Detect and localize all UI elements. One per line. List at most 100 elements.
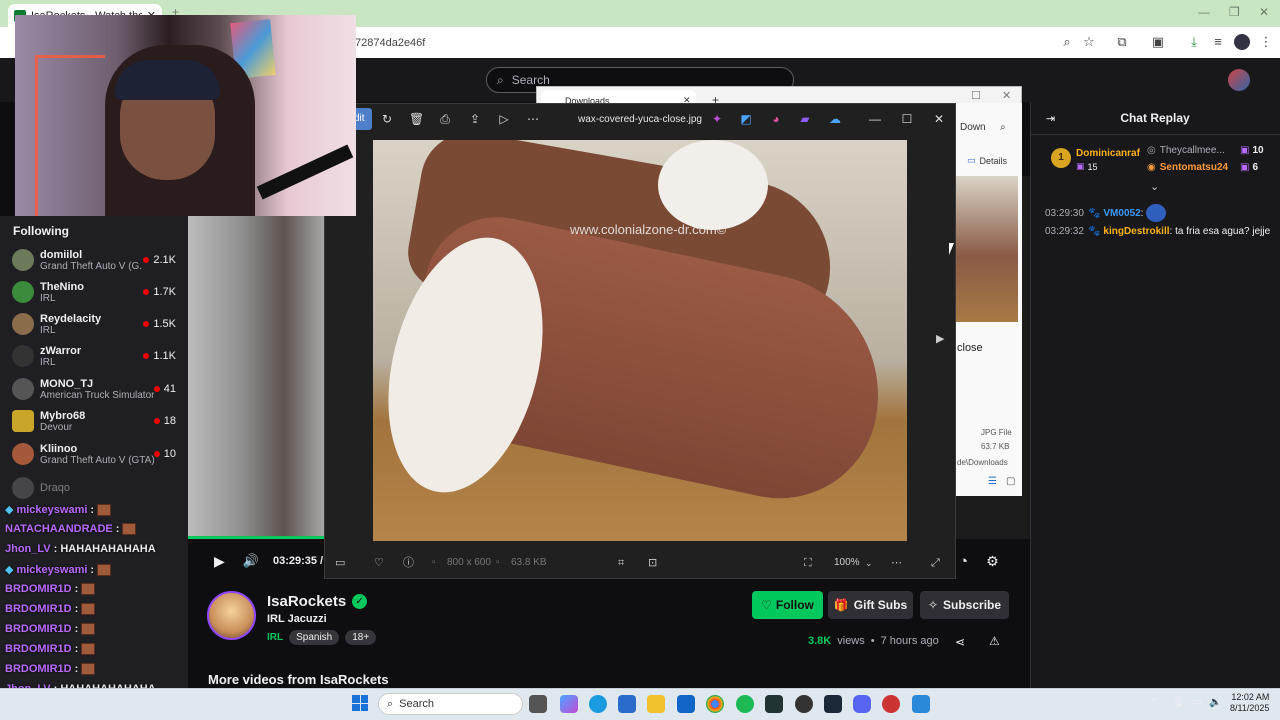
crop-icon[interactable]: ⌗ xyxy=(618,555,624,571)
following-item[interactable]: Mybro68 Devour 18 xyxy=(12,405,176,437)
tray-chevron-icon[interactable]: ⌃ xyxy=(1150,697,1158,708)
copilot-taskbar-icon[interactable] xyxy=(560,695,578,713)
video-player[interactable] xyxy=(188,216,325,536)
next-photo-icon[interactable]: ▶ xyxy=(936,332,944,345)
obs-icon[interactable] xyxy=(795,695,813,713)
windows-start-icon[interactable] xyxy=(352,695,368,711)
spotify-icon[interactable] xyxy=(736,695,754,713)
following-item[interactable]: Kliinoo Grand Theft Auto V (GTA) 10 xyxy=(12,438,176,470)
browser-menu-icon[interactable]: ⋮ xyxy=(1258,34,1274,50)
chat-divider xyxy=(1030,134,1280,135)
photos-close-icon[interactable]: ✕ xyxy=(932,112,946,126)
top-gifter-name[interactable]: Dominicanraf xyxy=(1076,148,1140,159)
footer-more-icon[interactable]: ⋯ xyxy=(891,555,902,571)
edge-icon[interactable] xyxy=(589,695,607,713)
grid-view-icon[interactable]: ▢ xyxy=(1006,476,1015,487)
outlook-icon[interactable] xyxy=(677,695,695,713)
following-item[interactable]: domiilol Grand Theft Auto V (G... 2.1K xyxy=(12,244,176,276)
profile-avatar[interactable] xyxy=(1234,34,1250,50)
onedrive-icon[interactable]: ☁ xyxy=(828,112,842,126)
restore-icon[interactable]: ❐ xyxy=(1229,5,1240,19)
explorer-search-icon[interactable]: ⌕ xyxy=(1000,122,1006,133)
gifter-item[interactable]: ◉ Sentomatsu24 xyxy=(1147,162,1228,173)
explorer-sort[interactable]: Down xyxy=(960,122,986,133)
media-icon[interactable]: ≡ xyxy=(1210,34,1226,50)
discord-icon[interactable] xyxy=(853,695,871,713)
play-icon[interactable]: ▶ xyxy=(214,553,225,570)
volume-icon[interactable]: 🔊 xyxy=(243,553,259,569)
report-warning-icon[interactable]: ⚠ xyxy=(989,634,1000,648)
steam-icon[interactable] xyxy=(824,695,842,713)
channel-avatar-large[interactable] xyxy=(207,591,256,640)
category-link[interactable]: IRL xyxy=(267,632,283,643)
tag-pill[interactable]: 18+ xyxy=(345,630,377,645)
displayed-photo[interactable]: www.colonialzone-dr.com© xyxy=(373,140,907,541)
url-text[interactable]: 72874da2e46f xyxy=(355,37,425,49)
tag-pill[interactable]: Spanish xyxy=(289,630,340,645)
explorer-close-icon[interactable]: ✕ xyxy=(1002,89,1011,102)
user-avatar[interactable] xyxy=(1228,69,1250,91)
following-item[interactable]: TheNino IRL 1.7K xyxy=(12,276,176,308)
channel-name[interactable]: IsaRockets xyxy=(267,593,346,610)
app-icon[interactable] xyxy=(882,695,900,713)
share-icon[interactable]: ⋖ xyxy=(955,635,965,649)
following-item[interactable]: zWarror IRL 1.1K xyxy=(12,340,176,372)
share-icon[interactable]: ⇪ xyxy=(468,112,482,126)
designer-icon[interactable]: ◩ xyxy=(739,112,753,126)
store-icon[interactable] xyxy=(618,695,636,713)
overlay-chat-line: BRDOMIR1D: xyxy=(5,663,96,675)
photos-taskbar-icon[interactable] xyxy=(912,695,930,713)
task-view-icon[interactable] xyxy=(529,695,547,713)
zoom-dropdown-icon[interactable]: ⌄ xyxy=(865,555,873,571)
follow-button[interactable]: ♡ Follow xyxy=(752,591,823,619)
download-icon[interactable]: ⤓ xyxy=(1186,34,1202,50)
delete-icon[interactable]: 🗑 xyxy=(409,112,424,126)
filmstrip-icon[interactable]: ▭ xyxy=(335,555,345,571)
more-options-icon[interactable]: ⋯ xyxy=(526,112,540,126)
photos-maximize-icon[interactable]: ☐ xyxy=(900,112,914,126)
info-icon[interactable]: ⓘ xyxy=(403,555,414,571)
print-icon[interactable]: ⎙ xyxy=(438,112,452,126)
file-explorer-icon[interactable] xyxy=(647,695,665,713)
gift-subs-button[interactable]: 🎁 Gift Subs xyxy=(828,591,913,619)
details-button[interactable]: ▭ Details xyxy=(967,155,1007,166)
list-view-icon[interactable]: ☰ xyxy=(988,476,997,487)
fullscreen-icon[interactable]: ⤢ xyxy=(931,555,940,571)
bookmark-star-icon[interactable]: ☆ xyxy=(1081,34,1097,50)
visual-search-icon[interactable]: ⊡ xyxy=(648,555,657,571)
clip-icon[interactable]: ◔ xyxy=(959,553,968,570)
tab-search-icon[interactable]: ▣ xyxy=(1150,34,1166,50)
explorer-maximize-icon[interactable]: ☐ xyxy=(971,89,981,102)
following-item-offline[interactable]: Draqo xyxy=(12,472,176,504)
speaker-icon[interactable]: 🔈 xyxy=(1209,697,1221,708)
slideshow-icon[interactable]: ▷ xyxy=(497,112,511,126)
copilot-icon[interactable]: ✦ xyxy=(710,112,724,126)
close-window-icon[interactable]: ✕ xyxy=(1259,5,1269,19)
player-time: 03:29:35 / xyxy=(272,555,324,567)
rotate-icon[interactable]: ↻ xyxy=(380,112,394,126)
zoom-icon[interactable]: ⌕ xyxy=(1059,34,1075,50)
explorer-thumbnail[interactable] xyxy=(956,176,1018,322)
terminal-icon[interactable] xyxy=(765,695,783,713)
following-item[interactable]: Reydelacity IRL 1.5K xyxy=(12,308,176,340)
minimize-icon[interactable]: — xyxy=(1198,5,1210,19)
gifter-item[interactable]: ◎ Theycallmee... xyxy=(1147,145,1225,156)
following-item[interactable]: MONO_TJ American Truck Simulator 41 xyxy=(12,373,176,405)
chrome-icon[interactable] xyxy=(706,695,724,713)
microphone-icon[interactable]: 🎙 xyxy=(1172,697,1185,708)
network-icon[interactable]: ▭ xyxy=(1192,697,1201,708)
fit-window-icon[interactable]: ⛶ xyxy=(804,555,812,571)
extensions-icon[interactable]: ⧉ xyxy=(1114,34,1130,50)
app-icon[interactable]: ▰ xyxy=(798,112,812,126)
zoom-level[interactable]: 100% xyxy=(834,555,860,571)
photos-minimize-icon[interactable]: — xyxy=(868,112,882,126)
settings-gear-icon[interactable]: ⚙ xyxy=(986,553,999,570)
taskbar-clock[interactable]: 12:02 AM 8/11/2025 xyxy=(1230,692,1269,714)
channel-name: Reydelacity xyxy=(40,312,102,325)
clipchamp-icon[interactable]: ◕ xyxy=(769,112,783,126)
expand-gifters-icon[interactable]: ⌄ xyxy=(1150,180,1159,193)
taskbar-search[interactable]: ⌕ Search xyxy=(378,693,523,715)
favorite-heart-icon[interactable]: ♡ xyxy=(374,555,384,571)
emote-icon xyxy=(81,663,96,675)
subscribe-button[interactable]: ✧ Subscribe xyxy=(920,591,1009,619)
